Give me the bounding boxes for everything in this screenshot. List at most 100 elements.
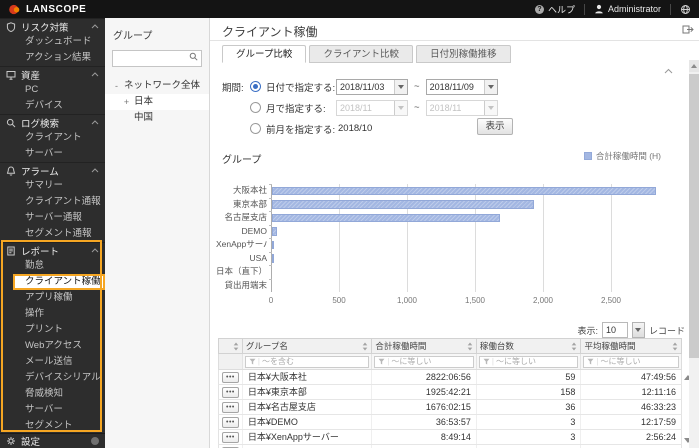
sidebar-item[interactable]: 勤怠 — [0, 258, 105, 274]
sidebar-item[interactable]: セグメント — [0, 418, 105, 434]
month-from-input[interactable]: 2018/11 — [336, 100, 408, 116]
filter-placeholder: ～に等しい — [496, 356, 536, 367]
help-button[interactable]: ? ヘルプ — [535, 3, 575, 16]
value-cell: 1925:42:21 — [372, 385, 477, 399]
sort-icon[interactable] — [571, 342, 577, 351]
show-button[interactable]: 表示 — [477, 118, 513, 135]
sidebar-section-header[interactable]: レポート — [0, 242, 105, 258]
sort-icon[interactable] — [233, 342, 239, 351]
table-column-header[interactable]: 稼働台数 — [477, 339, 582, 353]
chart-bar-row — [272, 198, 681, 212]
dropdown-arrow-icon — [394, 101, 407, 115]
sidebar-item[interactable]: アクション結果 — [0, 50, 105, 66]
globe-icon — [680, 4, 691, 15]
row-actions-button[interactable]: ••• — [222, 432, 239, 443]
tree-toggle-icon[interactable]: - — [113, 78, 120, 94]
sidebar-item[interactable]: アプリ稼働 — [0, 290, 105, 306]
sidebar-item[interactable]: デバイスシリアル — [0, 370, 105, 386]
x-axis-tick-label: 1,500 — [465, 296, 485, 305]
table-column-header[interactable] — [219, 339, 243, 353]
sort-icon[interactable] — [467, 342, 473, 351]
table-column-header[interactable]: 平均稼働時間 — [581, 339, 681, 353]
sidebar-section-header[interactable]: リスク対策 — [0, 18, 105, 34]
table-row[interactable]: •••日本¥大阪本社2822:06:565947:49:56 — [218, 370, 682, 385]
date-from-input[interactable]: 2018/11/03 — [336, 79, 408, 95]
tree-item[interactable]: 中国 — [105, 110, 209, 126]
sidebar-item[interactable]: メール送信 — [0, 354, 105, 370]
sidebar-section-header[interactable]: アラーム — [0, 162, 105, 178]
filter-input[interactable]: |～に等しい — [479, 356, 579, 368]
radio-date-range[interactable] — [250, 81, 261, 92]
tree-toggle-icon[interactable] — [123, 110, 130, 126]
row-actions-button[interactable]: ••• — [222, 372, 239, 383]
tree-item[interactable]: -ネットワーク全体 — [105, 78, 209, 94]
scrollbar-up-icon[interactable] — [689, 60, 699, 72]
sidebar-section-header[interactable]: ログ検索 — [0, 114, 105, 130]
user-menu[interactable]: Administrator — [594, 4, 661, 14]
sidebar-item-settings[interactable]: 設定 — [0, 433, 105, 448]
records-dropdown-arrow[interactable] — [632, 322, 645, 338]
value-cell: 12:11:16 — [581, 385, 681, 399]
date-to-input[interactable]: 2018/11/09 — [426, 79, 498, 95]
sort-icon[interactable] — [672, 342, 678, 351]
scrollbar-thumb[interactable] — [689, 74, 699, 358]
dropdown-arrow-icon[interactable] — [394, 80, 407, 94]
filter-input[interactable]: |～に等しい — [583, 356, 679, 368]
records-count-input[interactable] — [602, 322, 628, 338]
sidebar-item[interactable]: サーバー通報 — [0, 210, 105, 226]
tab-1-active[interactable]: グループ比較 — [222, 45, 306, 63]
collapse-section-icon[interactable] — [664, 68, 673, 74]
table-row[interactable]: •••日本¥東京本部1925:42:2115812:11:16 — [218, 385, 682, 400]
sidebar-item[interactable]: ダッシュボード — [0, 34, 105, 50]
chart-category-label: XenAppサーバー — [216, 238, 267, 252]
dropdown-arrow-icon[interactable] — [484, 80, 497, 94]
language-button[interactable] — [680, 4, 691, 15]
sidebar-item-selected[interactable]: クライアント稼働 — [13, 274, 105, 290]
row-actions-button[interactable]: ••• — [222, 417, 239, 428]
sidebar-section-header[interactable]: 資産 — [0, 66, 105, 82]
sidebar-item[interactable]: PC — [0, 82, 105, 98]
sidebar-item[interactable]: サマリー — [0, 178, 105, 194]
sidebar-section-label: 資産 — [21, 68, 40, 82]
tree-item-selected[interactable]: +日本 — [105, 94, 209, 110]
sidebar-collapse-icon[interactable] — [91, 437, 99, 445]
group-name-cell: 日本¥大阪本社 — [243, 370, 372, 384]
lanscope-logo-icon — [8, 3, 21, 16]
sidebar-item[interactable]: クライアント — [0, 130, 105, 146]
tab-3[interactable]: 日付別稼働推移 — [416, 45, 511, 63]
filter-input[interactable]: |～を含む — [245, 356, 369, 368]
value-cell: 2822:06:56 — [372, 370, 477, 384]
sidebar-item[interactable]: サーバー — [0, 146, 105, 162]
sort-icon[interactable] — [362, 342, 368, 351]
sidebar-item[interactable]: 操作 — [0, 306, 105, 322]
radio-month-range[interactable] — [250, 102, 261, 113]
filter-input[interactable]: |～に等しい — [374, 356, 474, 368]
sidebar-item[interactable]: 脅威検知 — [0, 386, 105, 402]
previous-month-value: 2018/10 — [338, 123, 372, 134]
sidebar-item[interactable]: クライアント通報 — [0, 194, 105, 210]
table-row[interactable]: •••日本¥XenAppサーバー8:49:1432:56:24 — [218, 430, 682, 445]
table-row[interactable]: •••日本¥名古屋支店1676:02:153646:33:23 — [218, 400, 682, 415]
tab-2[interactable]: クライアント比較 — [309, 45, 413, 63]
sidebar-item[interactable]: Webアクセス — [0, 338, 105, 354]
sidebar-section-label: ログ検索 — [21, 116, 59, 130]
table-column-header[interactable]: 合計稼働時間 — [372, 339, 477, 353]
table-column-header[interactable]: グループ名 — [243, 339, 372, 353]
x-axis-tick-label: 2,500 — [601, 296, 621, 305]
chart-legend: 合計稼働時間 (H) — [584, 150, 661, 162]
month-to-input[interactable]: 2018/11 — [426, 100, 498, 116]
chart-bar-row — [272, 265, 681, 279]
radio-previous-month[interactable] — [250, 123, 261, 134]
tree-toggle-icon[interactable]: + — [123, 94, 130, 110]
table-row[interactable]: •••日本¥DEMO36:53:57312:17:59 — [218, 415, 682, 430]
sidebar-item[interactable]: プリント — [0, 322, 105, 338]
page-scrollbar[interactable] — [689, 60, 699, 448]
export-icon[interactable] — [682, 24, 694, 35]
row-actions-button[interactable]: ••• — [222, 387, 239, 398]
table-filter-row: |～を含む |～に等しい |～に等しい |～に等しい — [218, 354, 682, 370]
sidebar-item[interactable]: サーバー — [0, 402, 105, 418]
group-name-cell: 日本¥東京本部 — [243, 385, 372, 399]
sidebar-item[interactable]: セグメント通報 — [0, 226, 105, 242]
sidebar-item[interactable]: デバイス — [0, 98, 105, 114]
row-actions-button[interactable]: ••• — [222, 402, 239, 413]
